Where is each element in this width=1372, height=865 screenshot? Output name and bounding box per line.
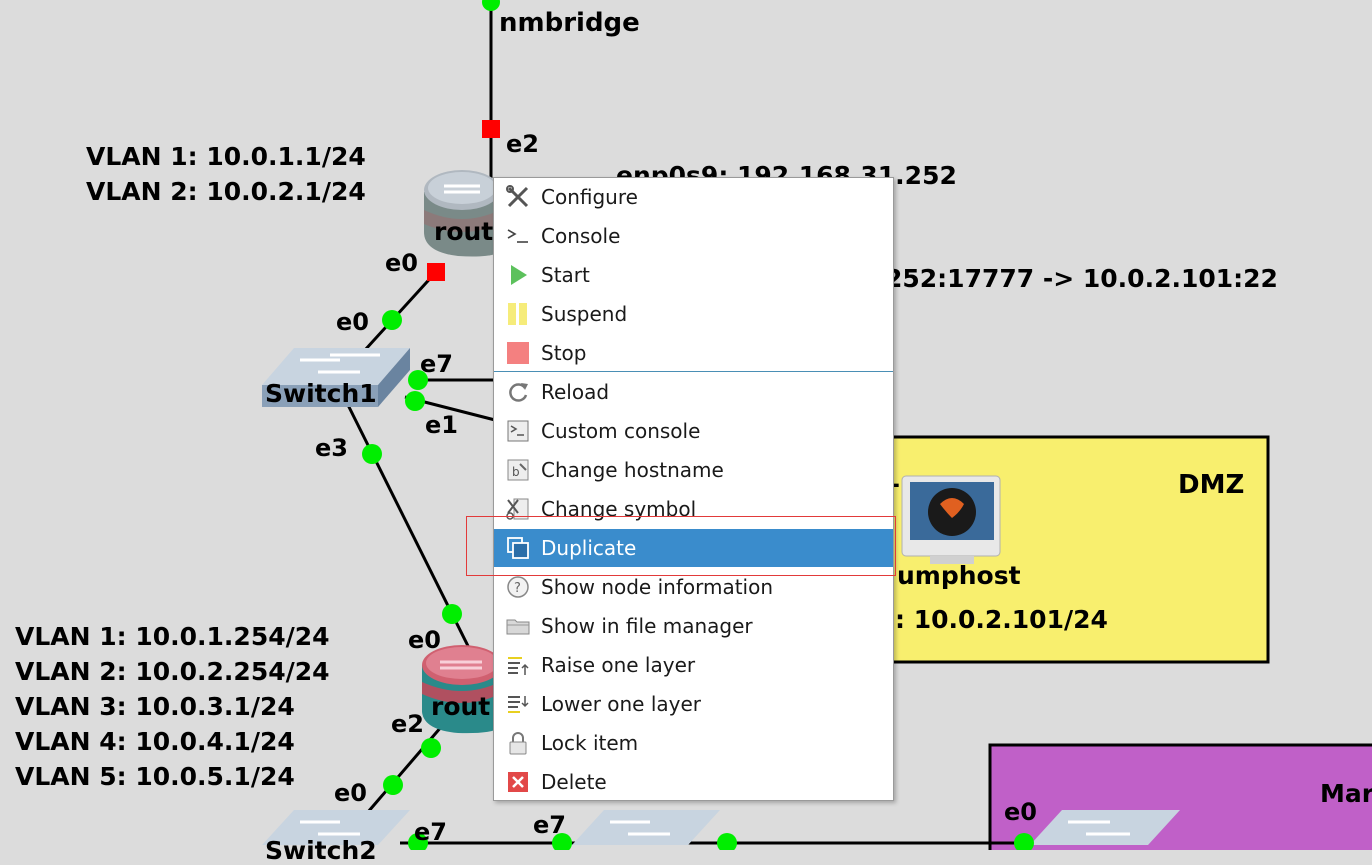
iface-label-e7: e7 <box>414 818 447 846</box>
port-up <box>382 310 402 330</box>
raise-layer-icon <box>506 653 530 677</box>
port-up <box>421 738 441 758</box>
port-up <box>405 391 425 411</box>
vlan-note: VLAN 3: 10.0.3.1/24 <box>15 692 295 721</box>
iface-label-e0: e0 <box>1004 798 1037 826</box>
menu-item-change-hostname[interactable]: b Change hostname <box>494 451 893 489</box>
router1-name[interactable]: rout <box>434 219 493 244</box>
menu-item-suspend[interactable]: Suspend <box>494 295 893 333</box>
play-icon <box>506 263 530 287</box>
port-down <box>427 263 445 281</box>
vlan-note: VLAN 2: 10.0.2.1/24 <box>86 177 366 206</box>
switch3-icon[interactable] <box>572 810 720 845</box>
menu-item-show-in-file-manager[interactable]: Show in file manager <box>494 607 893 645</box>
dmz-title: DMZ <box>1178 470 1245 500</box>
menu-separator <box>494 371 893 372</box>
terminal-prompt-icon <box>506 224 530 248</box>
change-symbol-icon <box>506 497 530 521</box>
menu-item-duplicate[interactable]: Duplicate <box>494 529 893 567</box>
menu-item-show-node-information[interactable]: ? Show node information <box>494 568 893 606</box>
jumphost-name[interactable]: umphost <box>897 563 1021 588</box>
menu-item-label: Show in file manager <box>541 614 753 638</box>
vlan-note: VLAN 1: 10.0.1.254/24 <box>15 622 330 651</box>
menu-item-label: Show node information <box>541 575 774 599</box>
menu-item-start[interactable]: Start <box>494 256 893 294</box>
port-down <box>482 120 500 138</box>
switch2-name[interactable]: Switch2 <box>265 838 377 863</box>
menu-item-configure[interactable]: Configure <box>494 178 893 216</box>
menu-item-label: Console <box>541 224 621 248</box>
nat-note: 252:17777 -> 10.0.2.101:22 <box>885 264 1278 293</box>
port-up <box>717 833 737 850</box>
menu-item-console[interactable]: Console <box>494 217 893 255</box>
router2-vlan-notes: VLAN 1: 10.0.1.254/24 VLAN 2: 10.0.2.254… <box>15 619 330 794</box>
change-hostname-icon: b <box>506 458 530 482</box>
menu-item-change-symbol[interactable]: Change symbol <box>494 490 893 528</box>
menu-item-custom-console[interactable]: Custom console <box>494 412 893 450</box>
iface-label-e7: e7 <box>533 811 566 839</box>
router2-name[interactable]: rout <box>431 694 490 719</box>
wrench-screwdriver-icon <box>506 185 530 209</box>
menu-item-label: Suspend <box>541 302 628 326</box>
jumphost-icon[interactable] <box>900 474 1004 570</box>
menu-item-label: Lock item <box>541 731 639 755</box>
delete-icon <box>506 770 530 794</box>
info-icon: ? <box>506 575 530 599</box>
vlan-note: VLAN 2: 10.0.2.254/24 <box>15 657 330 686</box>
iface-label-e2: e2 <box>391 710 424 738</box>
duplicate-icon <box>506 536 530 560</box>
port-up <box>442 604 462 624</box>
management-title: Mar <box>1320 779 1372 808</box>
menu-item-label: Raise one layer <box>541 653 696 677</box>
menu-item-delete[interactable]: Delete <box>494 763 893 801</box>
lower-layer-icon <box>506 692 530 716</box>
folder-icon <box>506 614 530 638</box>
port-up <box>482 0 500 11</box>
vlan-note: VLAN 5: 10.0.5.1/24 <box>15 762 295 791</box>
menu-item-lock-item[interactable]: Lock item <box>494 724 893 762</box>
pause-icon <box>506 302 530 326</box>
svg-text:?: ? <box>514 581 521 596</box>
menu-item-label: Start <box>541 263 590 287</box>
menu-item-label: Change symbol <box>541 497 697 521</box>
iface-label-e2: e2 <box>506 130 539 158</box>
menu-item-label: Duplicate <box>541 536 637 560</box>
menu-item-label: Configure <box>541 185 638 209</box>
port-up <box>362 444 382 464</box>
switch1-name[interactable]: Switch1 <box>265 381 377 406</box>
menu-item-label: Custom console <box>541 419 701 443</box>
link-router1-switch1 <box>363 270 438 352</box>
svg-text:b: b <box>512 465 520 479</box>
iface-label-e0: e0 <box>336 308 369 336</box>
menu-item-label: Change hostname <box>541 458 724 482</box>
port-up <box>383 775 403 795</box>
reload-icon <box>506 380 530 404</box>
vlan-note: VLAN 4: 10.0.4.1/24 <box>15 727 295 756</box>
vlan-note: VLAN 1: 10.0.1.1/24 <box>86 142 366 171</box>
lock-icon <box>506 731 530 755</box>
nmbridge-label: nmbridge <box>499 8 640 38</box>
iface-label-e0: e0 <box>334 779 367 807</box>
router1-vlan-notes: VLAN 1: 10.0.1.1/24 VLAN 2: 10.0.2.1/24 <box>86 139 366 209</box>
menu-item-label: Delete <box>541 770 607 794</box>
iface-label-e3: e3 <box>315 434 348 462</box>
iface-label-e0: e0 <box>408 626 441 654</box>
custom-console-icon <box>506 419 530 443</box>
iface-label-e0: e0 <box>385 249 418 277</box>
jumphost-ip: : 10.0.2.101/24 <box>895 605 1108 634</box>
menu-item-label: Lower one layer <box>541 692 702 716</box>
iface-label-e1: e1 <box>425 411 458 439</box>
menu-item-label: Reload <box>541 380 610 404</box>
node-context-menu: Configure Console Start Suspend Stop Rel… <box>493 177 894 801</box>
menu-item-label: Stop <box>541 341 587 365</box>
iface-label-e7: e7 <box>420 350 453 378</box>
menu-item-stop[interactable]: Stop <box>494 334 893 372</box>
menu-item-reload[interactable]: Reload <box>494 373 893 411</box>
menu-item-lower-one-layer[interactable]: Lower one layer <box>494 685 893 723</box>
menu-item-raise-one-layer[interactable]: Raise one layer <box>494 646 893 684</box>
stop-icon <box>506 341 530 365</box>
